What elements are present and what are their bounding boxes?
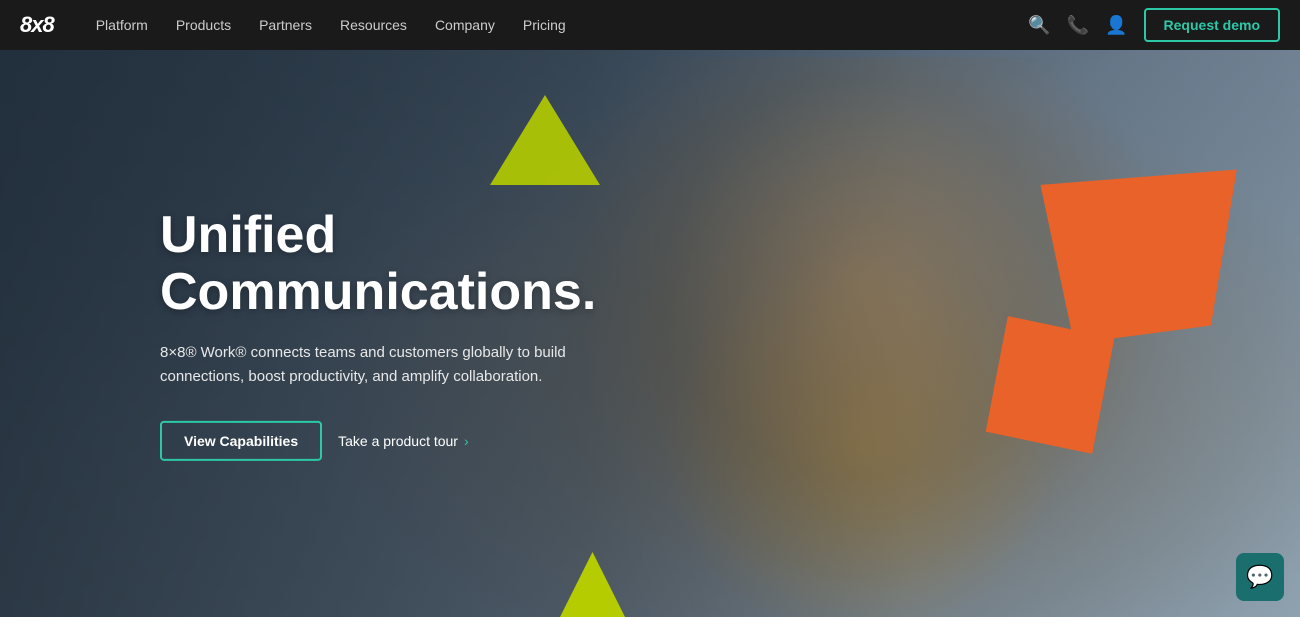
hero-title: Unified Communications. bbox=[160, 206, 596, 320]
hero-content: Unified Communications. 8×8® Work® conne… bbox=[0, 206, 596, 460]
nav-item-company[interactable]: Company bbox=[423, 9, 507, 41]
hero-title-line1: Unified bbox=[160, 205, 336, 263]
decorative-triangle-green bbox=[490, 95, 600, 185]
nav-item-pricing[interactable]: Pricing bbox=[511, 9, 578, 41]
user-icon[interactable]: 👤 bbox=[1105, 15, 1127, 36]
product-tour-label: Take a product tour bbox=[338, 433, 458, 449]
hero-actions: View Capabilities Take a product tour › bbox=[160, 421, 596, 461]
chat-icon: 💬 bbox=[1246, 564, 1273, 590]
nav-item-products[interactable]: Products bbox=[164, 9, 243, 41]
view-capabilities-button[interactable]: View Capabilities bbox=[160, 421, 322, 461]
navbar-right: 🔍 📞 👤 Request demo bbox=[1028, 8, 1280, 42]
decorative-shape-orange-small bbox=[985, 315, 1116, 455]
navbar: 8x8 Platform Products Partners Resources… bbox=[0, 0, 1300, 50]
chat-widget-button[interactable]: 💬 bbox=[1236, 553, 1284, 601]
nav-item-platform[interactable]: Platform bbox=[84, 9, 160, 41]
search-icon[interactable]: 🔍 bbox=[1028, 15, 1050, 36]
product-tour-button[interactable]: Take a product tour › bbox=[338, 433, 469, 449]
nav-item-resources[interactable]: Resources bbox=[328, 9, 419, 41]
hero-title-line2: Communications. bbox=[160, 263, 596, 321]
request-demo-button[interactable]: Request demo bbox=[1144, 8, 1280, 42]
nav-item-partners[interactable]: Partners bbox=[247, 9, 324, 41]
logo[interactable]: 8x8 bbox=[20, 12, 54, 38]
hero-section: Unified Communications. 8×8® Work® conne… bbox=[0, 50, 1300, 617]
hero-subtitle: 8×8® Work® connects teams and customers … bbox=[160, 341, 570, 389]
phone-icon[interactable]: 📞 bbox=[1067, 15, 1089, 36]
chevron-right-icon: › bbox=[464, 433, 469, 449]
logo-text: 8x8 bbox=[20, 12, 54, 37]
nav-menu: Platform Products Partners Resources Com… bbox=[84, 9, 1029, 41]
